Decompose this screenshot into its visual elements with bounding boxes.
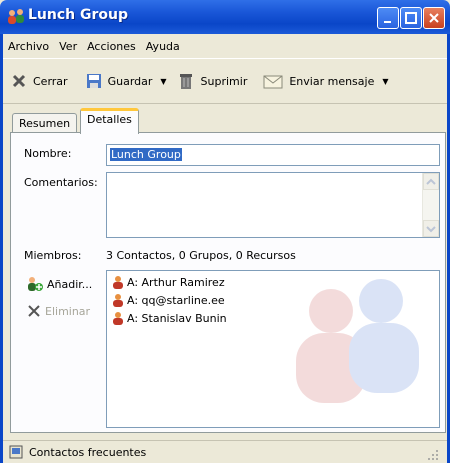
- title-bar[interactable]: Lunch Group: [0, 0, 450, 34]
- contact-icon: [113, 294, 123, 307]
- members-summary: 3 Contactos, 0 Grupos, 0 Recursos: [106, 249, 296, 262]
- tab-resumen-label: Resumen: [19, 117, 71, 130]
- scroll-down-icon: [426, 226, 436, 233]
- save-button[interactable]: Guardar ▼: [86, 67, 167, 95]
- trash-icon: [179, 74, 192, 89]
- name-field-value: Lunch Group: [110, 148, 182, 161]
- envelope-icon: [263, 75, 283, 89]
- add-member-label: Añadir...: [47, 277, 93, 291]
- tab-resumen[interactable]: Resumen: [12, 113, 78, 134]
- remove-member-label: Eliminar: [45, 304, 91, 318]
- save-button-label: Guardar: [107, 74, 153, 88]
- menu-bar: Archivo Ver Acciones Ayuda: [3, 34, 447, 58]
- toolbar: Cerrar Guardar ▼ Suprimir Enviar mensaje…: [3, 58, 447, 104]
- menu-ver[interactable]: Ver: [54, 40, 82, 53]
- minimize-icon: [384, 21, 391, 23]
- send-dropdown-arrow-icon[interactable]: ▼: [382, 77, 388, 86]
- close-button-label: Cerrar: [33, 74, 68, 88]
- list-item[interactable]: A: qq@starline.ee: [112, 293, 225, 307]
- comments-label: Comentarios:: [24, 176, 98, 189]
- contact-icon: [113, 312, 123, 325]
- remove-member-button[interactable]: Eliminar: [26, 303, 90, 319]
- save-disk-icon: [86, 74, 101, 88]
- delete-button[interactable]: Suprimir: [177, 67, 248, 95]
- maximize-icon: [405, 12, 417, 24]
- resize-grip-icon[interactable]: [427, 449, 439, 461]
- comments-field[interactable]: [106, 172, 440, 238]
- group-watermark-icon: [296, 279, 419, 403]
- add-contact-icon: [28, 277, 43, 291]
- comments-scrollbar[interactable]: [422, 173, 439, 237]
- scroll-down-button[interactable]: [423, 220, 439, 237]
- window-title: Lunch Group: [28, 7, 128, 23]
- members-list[interactable]: A: Arthur Ramirez A: qq@starline.ee A: S…: [106, 270, 440, 428]
- minimize-button[interactable]: [377, 7, 399, 29]
- close-button[interactable]: Cerrar: [11, 67, 68, 95]
- scroll-up-icon: [426, 178, 436, 185]
- menu-acciones[interactable]: Acciones: [82, 40, 141, 53]
- tab-detalles-label: Detalles: [87, 113, 132, 126]
- status-bar: Contactos frecuentes: [3, 440, 447, 463]
- member-label: A: Stanislav Bunin: [127, 311, 227, 325]
- name-label: Nombre:: [24, 147, 72, 160]
- send-message-label: Enviar mensaje: [289, 74, 375, 88]
- scroll-up-button[interactable]: [423, 173, 439, 190]
- frequent-contacts-icon: [9, 445, 23, 459]
- menu-archivo[interactable]: Archivo: [3, 40, 54, 53]
- list-item[interactable]: A: Stanislav Bunin: [112, 311, 227, 325]
- close-x-icon: [12, 74, 26, 88]
- close-icon: [429, 13, 439, 23]
- status-text: Contactos frecuentes: [29, 445, 147, 459]
- add-member-button[interactable]: Añadir...: [26, 276, 92, 292]
- send-message-button[interactable]: Enviar mensaje ▼: [263, 67, 389, 95]
- maximize-button[interactable]: [400, 7, 422, 29]
- save-dropdown-arrow-icon[interactable]: ▼: [160, 77, 166, 86]
- tab-detalles[interactable]: Detalles: [80, 108, 139, 134]
- contact-icon: [113, 276, 123, 289]
- delete-button-label: Suprimir: [200, 74, 248, 88]
- member-label: A: Arthur Ramirez: [127, 275, 225, 289]
- close-window-button[interactable]: [423, 7, 445, 29]
- remove-x-icon: [28, 305, 40, 317]
- name-field[interactable]: Lunch Group: [106, 144, 440, 166]
- members-label: Miembros:: [24, 249, 82, 262]
- group-icon: [6, 8, 26, 26]
- member-label: A: qq@starline.ee: [127, 293, 225, 307]
- menu-ayuda[interactable]: Ayuda: [141, 40, 185, 53]
- list-item[interactable]: A: Arthur Ramirez: [112, 275, 225, 289]
